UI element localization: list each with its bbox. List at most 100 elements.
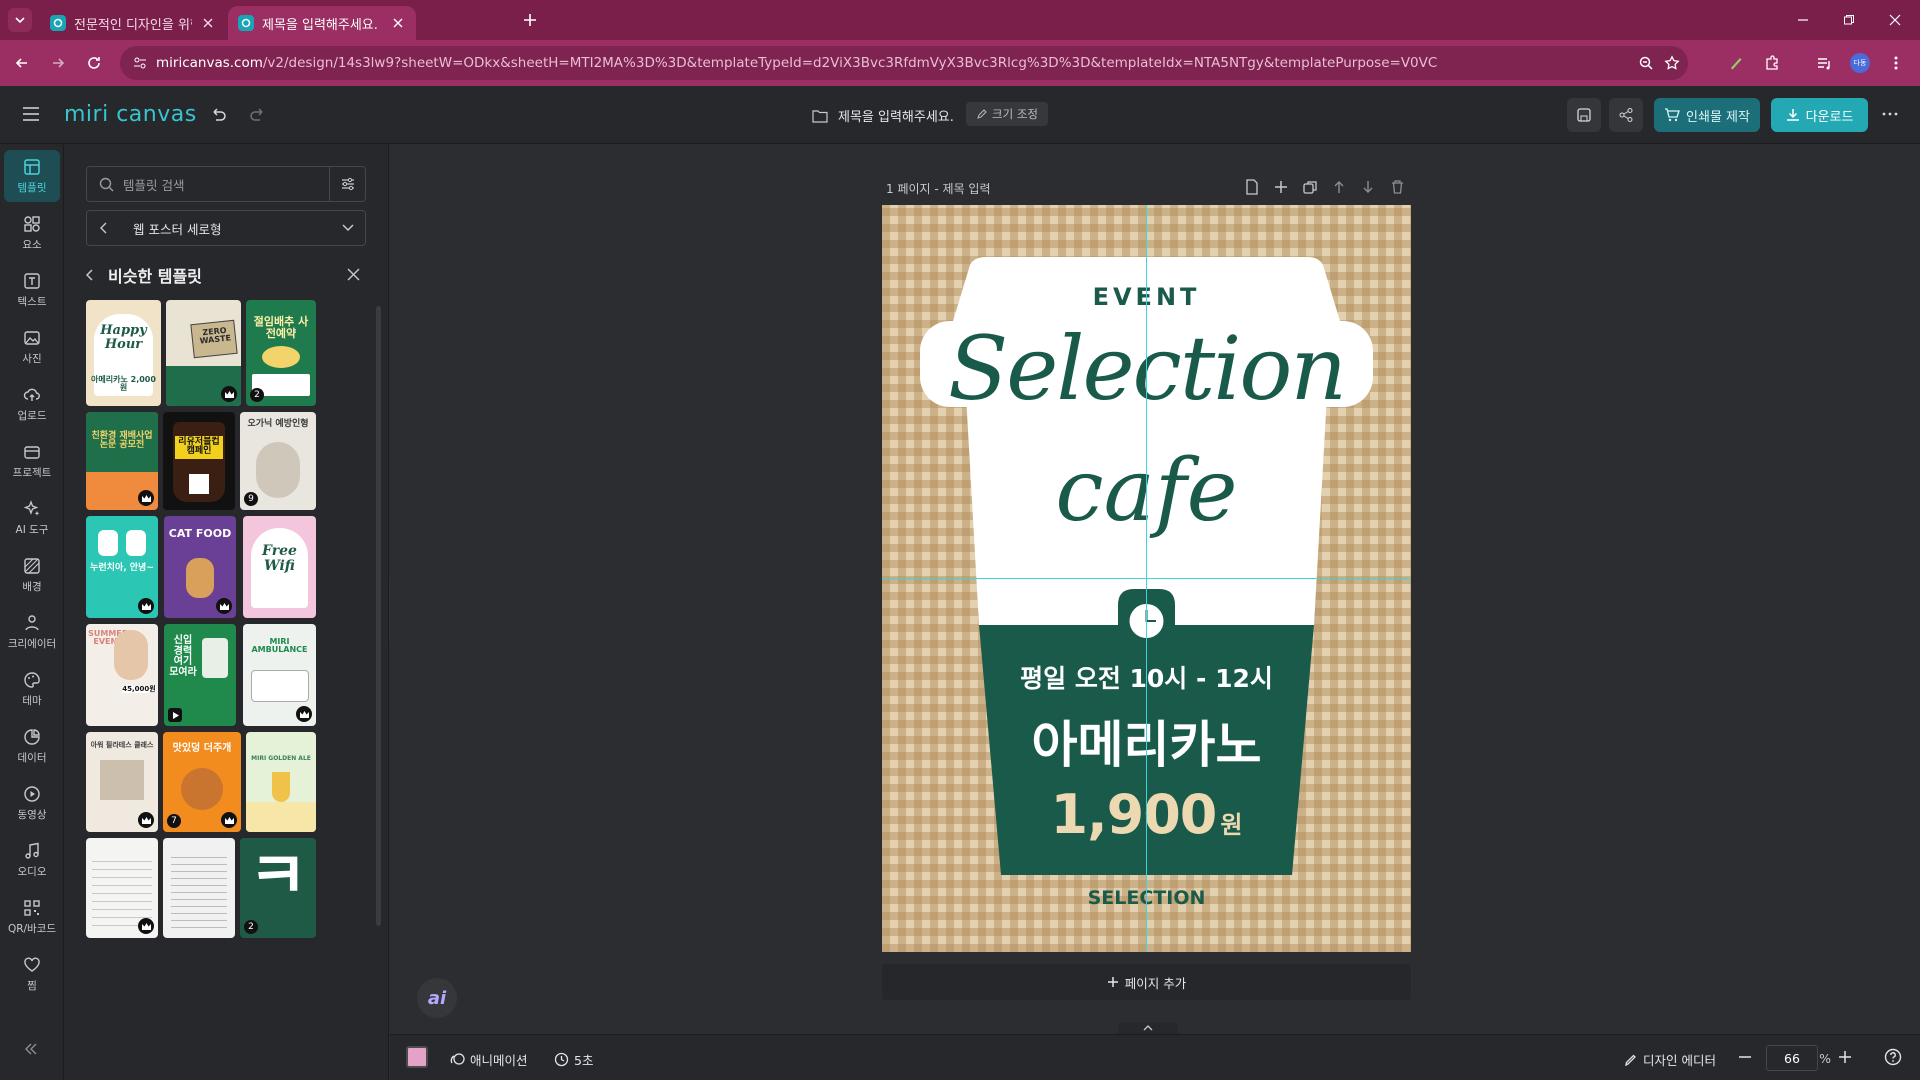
forward-button[interactable] — [46, 51, 70, 75]
chevron-up-icon — [1143, 1025, 1153, 1031]
rail-item-audio[interactable]: 오디오 — [4, 834, 60, 886]
animation-icon — [450, 1053, 465, 1065]
download-label: 다운로드 — [1805, 109, 1854, 125]
template-thumbnail[interactable]: 절임배추 사전예약 2 — [246, 300, 316, 406]
template-type-select[interactable]: 웹 포스터 세로형 — [86, 210, 366, 246]
document-title[interactable]: 제목을 입력해주세요. — [812, 106, 954, 125]
template-thumbnail[interactable]: 오가닉 예방인형 9 — [240, 412, 316, 510]
close-window-button[interactable] — [1872, 0, 1918, 40]
ai-assistant-button[interactable]: ai — [417, 978, 457, 1018]
template-thumbnail[interactable]: 신입 경력 여기 모여라 — [164, 624, 236, 726]
close-tab-icon[interactable] — [200, 15, 216, 31]
template-thumbnail[interactable] — [163, 838, 235, 938]
delete-page-button[interactable] — [1388, 178, 1406, 196]
page-list-toggle[interactable] — [1118, 1022, 1178, 1034]
browser-tab-2[interactable]: 제목을 입력해주세요. - 미리캔 — [228, 6, 416, 40]
download-button[interactable]: 다운로드 — [1771, 98, 1868, 132]
zoom-input[interactable]: 66 % — [1766, 1045, 1831, 1071]
save-button[interactable] — [1567, 98, 1601, 132]
download-icon — [1786, 109, 1799, 121]
template-search-input[interactable]: 템플릿 검색 — [86, 166, 366, 202]
browser-menu-button[interactable] — [1884, 51, 1908, 75]
back-chevron-icon[interactable] — [87, 211, 121, 245]
rail-item-theme[interactable]: 테마 — [4, 663, 60, 715]
page-note-button[interactable] — [1243, 178, 1261, 196]
back-button[interactable] — [10, 51, 34, 75]
template-thumbnail[interactable]: Happy Hour 아메리카노 2,000원 — [86, 300, 161, 406]
rail-item-photo[interactable]: 사진 — [4, 321, 60, 373]
design-editor-button[interactable]: 디자인 에디터 — [1624, 1050, 1716, 1069]
folder-icon — [812, 109, 828, 123]
panel-scrollbar[interactable] — [376, 306, 381, 926]
search-filter-button[interactable] — [329, 167, 365, 201]
page-label[interactable]: 1 페이지 - 제목 입력 — [886, 180, 991, 197]
template-thumbnail[interactable]: MIRI AMBULANCE — [243, 624, 316, 726]
rail-item-video[interactable]: 동영상 — [4, 777, 60, 829]
template-thumbnail[interactable]: 리유저블컵 캠페인 — [163, 412, 235, 510]
profile-avatar[interactable]: 다동 — [1848, 51, 1872, 75]
close-panel-icon[interactable] — [347, 268, 360, 281]
undo-button[interactable] — [208, 104, 228, 124]
share-button[interactable] — [1609, 98, 1643, 132]
template-thumbnail[interactable]: ㅋ 2 — [240, 838, 316, 938]
add-page-button[interactable]: 페이지 추가 — [882, 964, 1411, 1000]
rail-item-text[interactable]: 텍스트 — [4, 264, 60, 316]
duplicate-page-button[interactable] — [1301, 178, 1319, 196]
rail-item-elements[interactable]: 요소 — [4, 207, 60, 259]
rail-item-upload[interactable]: 업로드 — [4, 378, 60, 430]
new-tab-button[interactable] — [520, 10, 540, 30]
extension-pen-icon[interactable] — [1724, 51, 1748, 75]
browser-tab-1[interactable]: 전문적인 디자인을 위한 무료 A — [40, 6, 226, 40]
restore-button[interactable] — [1826, 0, 1872, 40]
animation-button[interactable]: 애니메이션 — [450, 1050, 528, 1069]
rail-item-project[interactable]: 프로젝트 — [4, 435, 60, 487]
close-tab-icon[interactable] — [390, 15, 406, 31]
rail-item-template[interactable]: 템플릿 — [4, 150, 60, 202]
rail-item-data[interactable]: 데이터 — [4, 720, 60, 772]
collapse-rail-button[interactable] — [24, 1042, 38, 1056]
resize-button[interactable]: 크기 조정 — [966, 102, 1048, 126]
site-info-icon[interactable] — [132, 55, 148, 71]
template-thumbnail-grid: Happy Hour 아메리카노 2,000원 ZERO WASTE 절임배추 … — [86, 300, 366, 1080]
address-bar[interactable]: miricanvas.com/v2/design/14s3lw9?sheetW=… — [120, 46, 1688, 80]
template-thumbnail[interactable]: MIRI GOLDEN ALE — [246, 732, 316, 832]
rail-item-qr[interactable]: QR/바코드 — [4, 891, 60, 943]
media-control-icon[interactable] — [1812, 51, 1836, 75]
template-thumbnail[interactable] — [86, 838, 158, 938]
rail-item-ai-tools[interactable]: AI 도구 — [4, 492, 60, 544]
bookmark-star-icon[interactable] — [1664, 55, 1680, 71]
more-options-button[interactable] — [1882, 112, 1898, 116]
premium-crown-icon — [221, 812, 237, 828]
move-page-up-button[interactable] — [1330, 178, 1348, 196]
template-thumbnail[interactable]: 누런치아, 안녕~ — [86, 516, 158, 618]
add-page-icon-button[interactable] — [1272, 178, 1290, 196]
zoom-out-button[interactable] — [1738, 1050, 1752, 1064]
reload-button[interactable] — [82, 51, 106, 75]
extensions-puzzle-icon[interactable] — [1760, 51, 1784, 75]
rail-item-background[interactable]: 배경 — [4, 549, 60, 601]
zoom-icon[interactable] — [1638, 55, 1654, 71]
template-thumbnail[interactable]: 친환경 재배사업 논문 공모전 — [86, 412, 158, 510]
background-color-swatch[interactable] — [406, 1046, 428, 1068]
page-duration-button[interactable]: 5초 — [554, 1050, 593, 1069]
move-page-down-button[interactable] — [1359, 178, 1377, 196]
minimize-button[interactable] — [1780, 0, 1826, 40]
miricanvas-logo[interactable]: miri canvas — [64, 102, 197, 127]
thumb-title: 오가닉 예방인형 — [247, 419, 309, 429]
template-thumbnail[interactable]: Free Wifi — [243, 516, 316, 618]
template-thumbnail[interactable]: CAT FOOD — [164, 516, 236, 618]
help-button[interactable] — [1884, 1048, 1902, 1066]
rail-item-creator[interactable]: 크리에이터 — [4, 606, 60, 658]
template-thumbnail[interactable]: ZERO WASTE — [166, 300, 241, 406]
template-thumbnail[interactable]: 아워 필라테스 클래스 — [86, 732, 158, 832]
print-order-button[interactable]: 인쇄물 제작 — [1654, 98, 1760, 132]
zoom-in-button[interactable] — [1838, 1050, 1852, 1064]
template-thumbnail[interactable]: SUMMER EVENT 45,000원 — [86, 624, 158, 726]
tab-search-button[interactable] — [8, 8, 32, 32]
template-thumbnail[interactable]: 맛있덩 더주개 7 — [163, 732, 241, 832]
redo-button[interactable] — [248, 104, 268, 124]
hamburger-menu-button[interactable] — [22, 106, 40, 122]
back-chevron-icon[interactable] — [86, 269, 108, 281]
rail-item-favorites[interactable]: 찜 — [4, 948, 60, 1000]
cart-icon — [1665, 108, 1680, 122]
